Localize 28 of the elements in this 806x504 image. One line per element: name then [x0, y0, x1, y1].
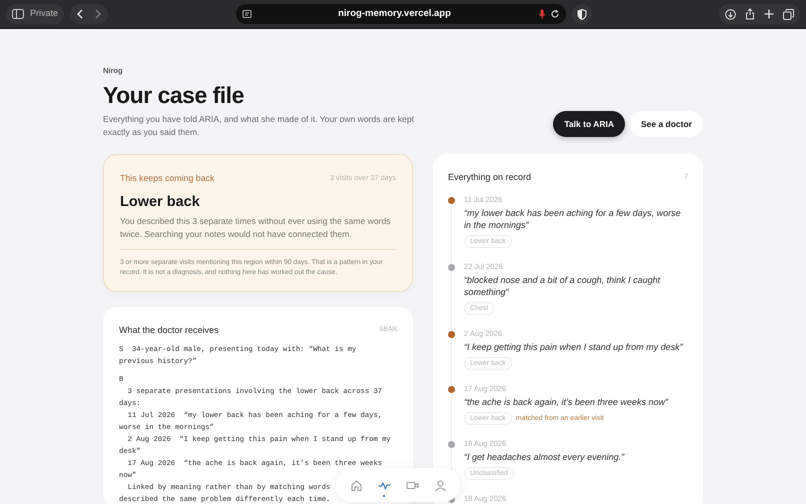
- card-eyebrow: This keeps coming back: [120, 172, 214, 184]
- page-title: Your case file: [103, 82, 245, 108]
- page-icon: [242, 9, 252, 19]
- shield-icon: [576, 8, 587, 20]
- sidebar-icon: [12, 9, 24, 19]
- entry-quote: “my lower back has been aching for a few days, worse in the mornings”: [464, 207, 682, 232]
- card-title: Everything on record: [448, 171, 532, 184]
- tabs-overview-icon[interactable]: [783, 8, 794, 20]
- home-icon: [350, 478, 362, 492]
- card-heading: Lower back: [120, 193, 201, 212]
- entry-quote: “I get headaches almost every evening.”: [464, 451, 626, 464]
- shield-button[interactable]: [572, 4, 592, 24]
- page-subtitle: Everything you have told ARIA, and what she made of it. Your own words are kept exactly as you said them.: [103, 113, 415, 138]
- card-title: What the doctor receives: [119, 324, 219, 336]
- person-icon: [434, 478, 446, 492]
- entry-quote: “I keep getting this pain when I stand up from my desk”: [464, 341, 684, 354]
- private-tab-button[interactable]: Private: [6, 4, 64, 24]
- talk-button[interactable]: Talk to ARIA: [553, 111, 625, 138]
- entry-quote: “the ache is back again, it’s been three weeks now”: [464, 396, 670, 408]
- address-bar[interactable]: nirog-memory.vercel.app: [236, 4, 566, 24]
- share-icon[interactable]: [745, 8, 756, 20]
- reload-icon[interactable]: [550, 9, 560, 19]
- entry-quote: “blocked nose and a bit of a cough, think I caught something”: [464, 274, 662, 298]
- microphone-icon[interactable]: [538, 9, 546, 19]
- new-tab-icon[interactable]: [764, 9, 774, 19]
- doctor-button[interactable]: See a doctor: [630, 111, 703, 138]
- card-body: You described this 3 separate times without ever using the same words twice. Searching your notes would not have connected them.: [120, 215, 396, 250]
- download-icon[interactable]: [725, 8, 736, 20]
